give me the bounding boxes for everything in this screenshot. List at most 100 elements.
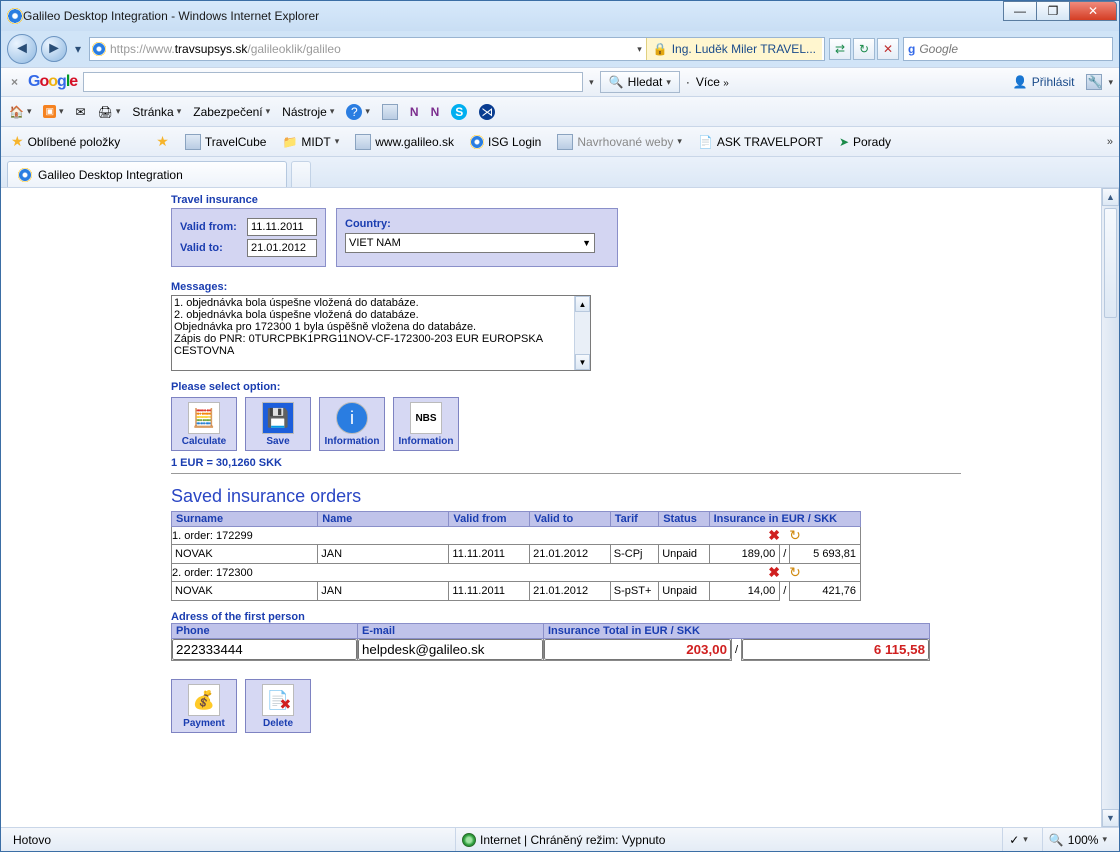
onenote-icon[interactable]: N [429,103,442,121]
back-button[interactable]: ◄ [7,34,37,64]
messages-scrollbar[interactable]: ▲▼ [574,296,590,370]
payment-button[interactable]: 💰 Payment [171,679,237,733]
fav-galileo[interactable]: www.galileo.sk [351,132,458,152]
name-input[interactable] [318,545,448,563]
delete-order-icon[interactable]: ✖ [768,527,780,543]
folder-icon: 📁 [282,135,297,149]
valid-from-label: Valid from: [180,221,241,233]
eur-input[interactable] [710,582,780,600]
google-more-button[interactable]: Více » [696,75,729,89]
window-title: Galileo Desktop Integration - Windows In… [23,9,319,23]
refresh-button[interactable]: ↻ [853,38,875,60]
fav-travelcube[interactable]: TravelCube [181,132,271,152]
email-input[interactable] [358,639,543,660]
favorites-button[interactable]: ★Oblíbené položky [7,131,124,152]
mail-button[interactable]: ✉ [74,103,88,121]
user-icon: 👤 [1013,75,1028,89]
google-search-button[interactable]: 🔍 Hledat ▾ [600,71,680,93]
vt-input[interactable] [530,545,610,563]
help-button[interactable]: ?▾ [344,102,372,122]
browser-search-box[interactable]: g Google [903,37,1113,61]
refresh-order-icon[interactable]: ↻ [789,564,801,580]
bluetooth-icon[interactable]: ⋊ [477,102,497,122]
forward-button[interactable]: ► [41,36,67,62]
fav-midt[interactable]: 📁MIDT▾ [278,133,343,151]
vf-input[interactable] [449,545,529,563]
tab-active[interactable]: Galileo Desktop Integration [7,161,287,187]
address-dropdown-icon[interactable]: ▾ [637,44,642,55]
google-toolbar: × Google ▾ 🔍 Hledat ▾ · Více » 👤 Přihlás… [1,67,1119,97]
minimize-button[interactable]: — [1003,1,1037,21]
google-search-input[interactable] [83,72,583,92]
wrench-icon[interactable]: 🔧 [1086,74,1102,90]
surname-input[interactable] [172,582,317,600]
feeds-button[interactable]: ▣▾ [41,103,65,120]
fav-porady[interactable]: ➤Porady [835,133,895,151]
fav-suggested-sites[interactable]: Navrhované weby▾ [553,132,686,152]
refresh-order-icon[interactable]: ↻ [789,527,801,543]
delete-button[interactable]: 📄✖ Delete [245,679,311,733]
ssl-cert-segment[interactable]: 🔒 Ing. Luděk Miler TRAVEL... [646,38,822,60]
tarif-input[interactable] [611,582,658,600]
calculate-button[interactable]: 🧮 Calculate [171,397,237,451]
messages-text: 1. objednávka bola úspešne vložená do da… [174,297,588,357]
page-menu[interactable]: Stránka▾ [130,103,183,121]
information-button-2[interactable]: NBS Information [393,397,459,451]
order-header-row: 1. order: 172299 ✖ ↻ [172,527,861,545]
google-toolbar-close[interactable]: × [7,75,22,89]
google-signin[interactable]: 👤 Přihlásit [1013,75,1075,89]
valid-from-input[interactable] [247,218,317,236]
order-header-label: 1. order: 172299 [172,527,710,545]
cube-icon [185,134,201,150]
tools-menu[interactable]: Nástroje▾ [280,103,336,121]
skk-input[interactable] [790,582,860,600]
vertical-scrollbar[interactable]: ▲ ▼ [1101,188,1119,827]
maximize-button[interactable]: ❐ [1036,1,1070,21]
valid-to-input[interactable] [247,239,317,257]
home-button[interactable]: 🏠▾ [7,103,33,121]
surname-input[interactable] [172,545,317,563]
phone-input[interactable] [172,639,357,660]
ie-icon [470,135,484,149]
tarif-input[interactable] [611,545,658,563]
fav-ask-travelport[interactable]: 📄ASK TRAVELPORT [694,133,827,151]
ext-icon-1[interactable] [380,102,400,122]
lock-icon: 🔒 [653,42,668,56]
page-content: Travel insurance Valid from: Valid to: C… [1,188,1101,827]
status-input[interactable] [659,545,708,563]
skk-input[interactable] [790,545,860,563]
print-button[interactable]: 🖨▾ [96,103,123,121]
stop-button[interactable]: ✕ [877,38,899,60]
status-input[interactable] [659,582,708,600]
nav-history-dropdown[interactable]: ▾ [71,42,85,56]
scroll-down-icon[interactable]: ▼ [1102,809,1119,827]
mail-icon: ✉ [76,105,86,119]
name-input[interactable] [318,582,448,600]
col-status: Status [659,512,709,527]
skype-icon[interactable]: S [449,102,469,122]
google-search-dropdown[interactable]: ▾ [589,77,594,88]
zoom-control[interactable]: 🔍 100% ▾ [1042,828,1113,851]
eur-input[interactable] [710,545,780,563]
address-bar[interactable]: https://www.travsupsys.sk/galileoklik/ga… [89,37,825,61]
scroll-up-icon[interactable]: ▲ [1102,188,1119,206]
fav-isg-login[interactable]: ISG Login [466,133,545,151]
compat-view-button[interactable]: ⇄ [829,38,851,60]
browser-window: Galileo Desktop Integration - Windows In… [0,0,1120,852]
messages-textarea[interactable]: 1. objednávka bola úspešne vložená do da… [171,295,591,371]
close-button[interactable]: ✕ [1069,1,1117,21]
new-tab-button[interactable] [291,161,311,187]
vf-input[interactable] [449,582,529,600]
favbar-overflow[interactable]: » [1107,136,1113,148]
save-button[interactable]: 💾 Save [245,397,311,451]
country-select[interactable]: VIET NAM ▼ [345,233,595,253]
vt-input[interactable] [530,582,610,600]
safety-menu[interactable]: Zabezpečení▾ [191,103,272,121]
delete-order-icon[interactable]: ✖ [768,564,780,580]
search-icon: 🔍 [609,75,624,89]
fav-add[interactable]: ★ [152,131,173,152]
onenote-linked-icon[interactable]: N [408,103,421,121]
status-protected-mode-icon[interactable]: ✓▾ [1002,828,1034,851]
scroll-thumb[interactable] [1104,208,1117,318]
information-button-1[interactable]: i Information [319,397,385,451]
